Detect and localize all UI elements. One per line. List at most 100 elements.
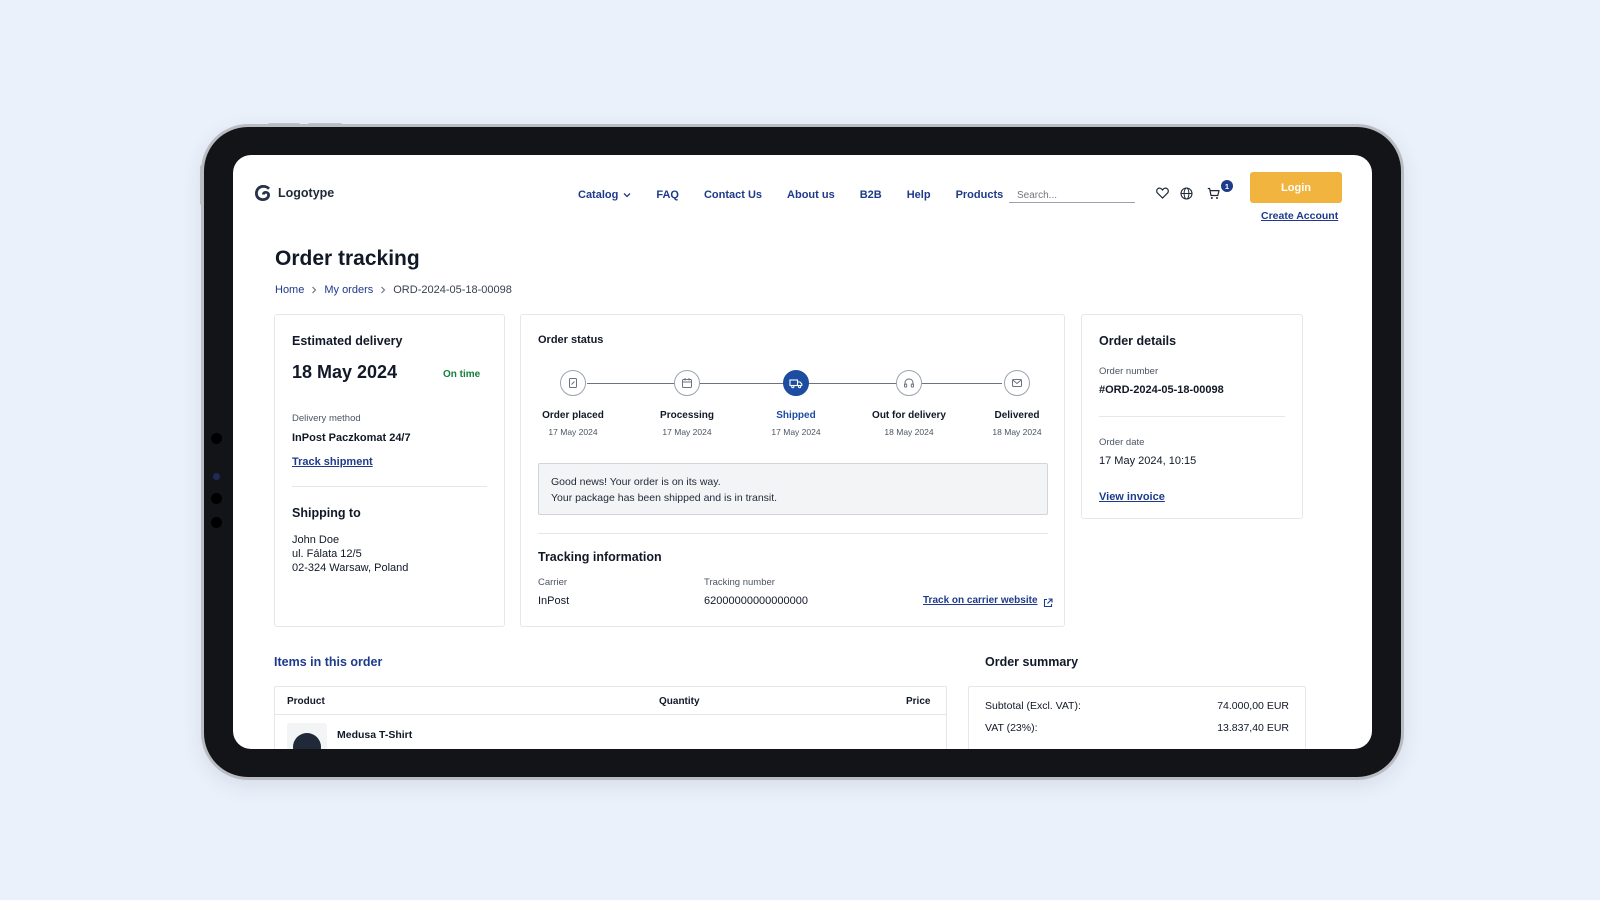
step-date: 18 May 2024 bbox=[992, 427, 1042, 437]
nav-item-catalog[interactable]: Catalog bbox=[578, 189, 631, 201]
divider bbox=[1099, 416, 1285, 417]
delivery-method-value: InPost Paczkomat 24/7 bbox=[292, 432, 411, 444]
chevron-down-icon bbox=[623, 193, 631, 198]
step-date: 18 May 2024 bbox=[884, 427, 934, 437]
main-nav: Catalog FAQ Contact Us About us B2B Help… bbox=[578, 189, 1003, 201]
summary-value: 13.837,40 EUR bbox=[1217, 722, 1289, 734]
divider bbox=[275, 714, 946, 715]
status-notice: Good news! Your order is on its way. You… bbox=[538, 463, 1048, 515]
items-table: Product Quantity Price Medusa T-Shirt bbox=[274, 686, 947, 749]
nav-item-faq[interactable]: FAQ bbox=[656, 189, 679, 201]
login-button[interactable]: Login bbox=[1250, 172, 1342, 203]
step-circle bbox=[1004, 370, 1030, 396]
nav-item-help[interactable]: Help bbox=[907, 189, 931, 201]
search-input[interactable] bbox=[1009, 179, 1135, 203]
nav-item-contact-us[interactable]: Contact Us bbox=[704, 189, 762, 201]
breadcrumb-home[interactable]: Home bbox=[275, 284, 304, 296]
address-line: ul. Fálata 12/5 bbox=[292, 548, 362, 560]
summary-row: Subtotal (Excl. VAT): 74.000,00 EUR bbox=[985, 700, 1289, 712]
step-circle bbox=[674, 370, 700, 396]
nav-item-b2b[interactable]: B2B bbox=[860, 189, 882, 201]
mail-icon bbox=[1012, 379, 1022, 387]
view-invoice-link[interactable]: View invoice bbox=[1099, 491, 1165, 503]
step-date: 17 May 2024 bbox=[662, 427, 712, 437]
truck-icon bbox=[789, 379, 803, 389]
tracking-number-value: 62000000000000000 bbox=[704, 595, 809, 607]
notice-line: Your package has been shipped and is in … bbox=[551, 492, 778, 504]
order-date-value: 17 May 2024, 10:15 bbox=[1099, 455, 1197, 467]
step-shipped: Shipped 17 May 2024 bbox=[751, 370, 841, 437]
order-details-heading: Order details bbox=[1099, 334, 1177, 348]
breadcrumb: Home My orders ORD-2024-05-18-00098 bbox=[275, 284, 512, 296]
order-number-value: #ORD-2024-05-18-00098 bbox=[1099, 384, 1224, 396]
page-title: Order tracking bbox=[275, 247, 420, 270]
product-name: Medusa T-Shirt bbox=[337, 729, 413, 741]
on-time-status: On time bbox=[443, 369, 481, 380]
headphones-icon bbox=[904, 378, 915, 388]
create-account-link[interactable]: Create Account bbox=[1261, 210, 1338, 222]
product-thumbnail bbox=[287, 723, 327, 749]
carrier-value: InPost bbox=[538, 595, 570, 607]
track-on-carrier-website-link[interactable]: Track on carrier website bbox=[923, 595, 1038, 606]
summary-label: VAT (23%): bbox=[985, 722, 1038, 734]
breadcrumb-my-orders[interactable]: My orders bbox=[324, 284, 373, 296]
tablet-camera bbox=[211, 493, 222, 504]
track-shipment-link[interactable]: Track shipment bbox=[292, 456, 373, 468]
column-header-price: Price bbox=[906, 696, 931, 707]
summary-row: VAT (23%): 13.837,40 EUR bbox=[985, 722, 1289, 734]
order-date-label: Order date bbox=[1099, 437, 1145, 448]
summary-label: Subtotal (Excl. VAT): bbox=[985, 700, 1081, 712]
step-delivered: Delivered 18 May 2024 bbox=[972, 370, 1062, 437]
delivery-method-label: Delivery method bbox=[292, 413, 361, 424]
step-name: Shipped bbox=[776, 410, 816, 421]
divider bbox=[538, 533, 1048, 534]
step-out-for-delivery: Out for delivery 18 May 2024 bbox=[864, 370, 954, 437]
order-details-card: Order details Order number #ORD-2024-05-… bbox=[1081, 314, 1303, 519]
tablet-sensor bbox=[213, 473, 220, 480]
column-header-quantity: Quantity bbox=[659, 696, 700, 707]
shipping-to-heading: Shipping to bbox=[292, 506, 361, 520]
step-circle bbox=[783, 370, 809, 396]
delivery-date: 18 May 2024 bbox=[292, 362, 398, 382]
step-name: Delivered bbox=[994, 410, 1040, 421]
heart-icon[interactable] bbox=[1155, 186, 1169, 200]
summary-value: 74.000,00 EUR bbox=[1217, 700, 1289, 712]
logo-text: Logotype bbox=[278, 186, 335, 200]
step-date: 17 May 2024 bbox=[771, 427, 821, 437]
carrier-label: Carrier bbox=[538, 577, 568, 588]
order-status-heading: Order status bbox=[538, 334, 604, 346]
order-number-label: Order number bbox=[1099, 366, 1159, 377]
nav-item-products[interactable]: Products bbox=[956, 189, 1004, 201]
nav-label: Catalog bbox=[578, 189, 619, 201]
nav-item-about-us[interactable]: About us bbox=[787, 189, 835, 201]
address-line: John Doe bbox=[292, 534, 340, 546]
step-order-placed: Order placed 17 May 2024 bbox=[528, 370, 618, 437]
step-name: Processing bbox=[660, 410, 714, 421]
column-header-product: Product bbox=[287, 696, 325, 707]
step-circle bbox=[560, 370, 586, 396]
tablet-camera bbox=[211, 517, 222, 528]
globe-icon[interactable] bbox=[1179, 186, 1193, 200]
receipt-icon bbox=[569, 378, 577, 388]
logo[interactable]: Logotype bbox=[253, 183, 334, 203]
estimated-delivery-heading: Estimated delivery bbox=[292, 334, 403, 348]
cart-icon[interactable] bbox=[1206, 186, 1220, 200]
estimated-delivery-card: Estimated delivery 18 May 2024 On time D… bbox=[274, 314, 505, 627]
order-summary-heading: Order summary bbox=[985, 655, 1079, 669]
calendar-icon bbox=[682, 378, 692, 388]
notice-line: Good news! Your order is on its way. bbox=[551, 476, 721, 488]
step-processing: Processing 17 May 2024 bbox=[642, 370, 732, 437]
chevron-right-icon bbox=[381, 286, 386, 294]
order-status-card: Order status Order placed 17 May 2024 Pr… bbox=[520, 314, 1065, 627]
breadcrumb-current: ORD-2024-05-18-00098 bbox=[393, 284, 512, 296]
cart-count-badge: 1 bbox=[1221, 180, 1233, 192]
chevron-right-icon bbox=[312, 286, 317, 294]
order-summary-card: Subtotal (Excl. VAT): 74.000,00 EUR VAT … bbox=[968, 686, 1306, 749]
tablet-camera bbox=[211, 433, 222, 444]
step-name: Order placed bbox=[542, 410, 604, 421]
product-image bbox=[293, 733, 321, 749]
items-heading: Items in this order bbox=[274, 655, 383, 669]
external-link-icon[interactable] bbox=[1043, 595, 1053, 613]
logo-icon bbox=[255, 185, 270, 201]
app-screen: Logotype Catalog FAQ Contact Us About us… bbox=[233, 155, 1372, 749]
